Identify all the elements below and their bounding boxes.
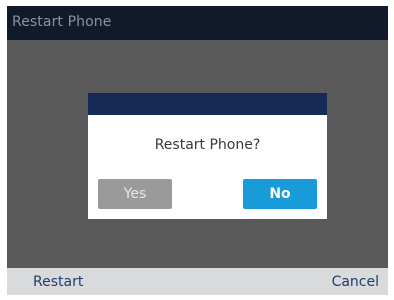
- no-button[interactable]: No: [243, 179, 317, 209]
- dialog-header: [88, 93, 327, 115]
- yes-button[interactable]: Yes: [98, 179, 172, 209]
- screen-title: Restart Phone: [12, 14, 112, 30]
- dialog-message: Restart Phone?: [154, 137, 261, 153]
- cancel-softkey[interactable]: Cancel: [332, 274, 379, 290]
- restart-confirm-dialog: Restart Phone? Yes No: [88, 93, 327, 219]
- phone-screen: Restart Phone Restart Phone? Yes No Rest…: [7, 6, 388, 295]
- title-bar: Restart Phone: [7, 6, 388, 40]
- restart-softkey[interactable]: Restart: [33, 274, 83, 290]
- softkey-bar: Restart Cancel: [7, 268, 388, 295]
